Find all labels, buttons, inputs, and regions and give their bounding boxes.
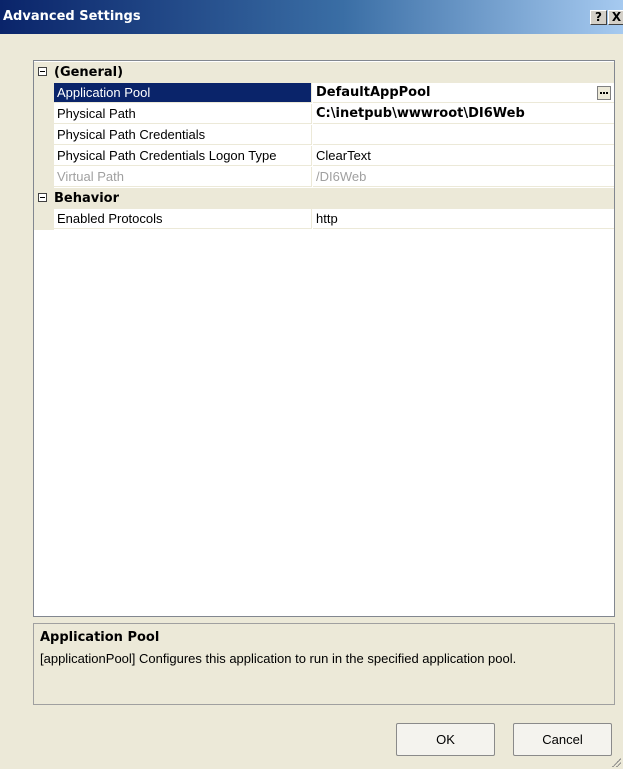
- category-label: Behavior: [54, 191, 120, 206]
- property-name[interactable]: Enabled Protocols: [54, 209, 312, 229]
- ok-button[interactable]: OK: [396, 723, 495, 756]
- property-name[interactable]: Physical Path: [54, 104, 312, 124]
- category-label: (General): [54, 65, 124, 80]
- property-row-enabled-protocols[interactable]: Enabled Protocols http: [34, 209, 614, 230]
- description-text: [applicationPool] Configures this applic…: [40, 651, 517, 666]
- property-value: DefaultAppPool: [316, 85, 431, 100]
- description-panel: Application Pool [applicationPool] Confi…: [33, 623, 615, 705]
- window-title: Advanced Settings: [3, 9, 141, 24]
- property-value[interactable]: http: [313, 209, 614, 229]
- property-row-physical-path[interactable]: Physical Path C:\inetpub\wwwroot\DI6Web: [34, 104, 614, 125]
- row-gutter: [34, 83, 54, 104]
- collapse-icon[interactable]: [38, 193, 47, 202]
- property-row-virtual-path[interactable]: Virtual Path /DI6Web: [34, 167, 614, 188]
- row-gutter: [34, 167, 54, 188]
- property-value[interactable]: [313, 125, 614, 145]
- property-name[interactable]: Application Pool: [54, 83, 312, 103]
- property-value-field[interactable]: DefaultAppPool: [313, 83, 614, 103]
- help-button[interactable]: ?: [590, 10, 607, 25]
- property-grid: (General) Application Pool DefaultAppPoo…: [33, 60, 615, 617]
- browse-ellipsis-button[interactable]: [597, 86, 611, 100]
- row-gutter: [34, 104, 54, 125]
- resize-grip-icon[interactable]: [611, 757, 621, 767]
- property-row-application-pool[interactable]: Application Pool DefaultAppPool: [34, 83, 614, 104]
- property-name[interactable]: Virtual Path: [54, 167, 312, 187]
- property-name[interactable]: Physical Path Credentials: [54, 125, 312, 145]
- property-row-physical-path-credentials[interactable]: Physical Path Credentials: [34, 125, 614, 146]
- close-button[interactable]: X: [608, 10, 623, 25]
- title-bar: Advanced Settings ? X: [0, 0, 623, 34]
- row-gutter: [34, 209, 54, 230]
- property-name[interactable]: Physical Path Credentials Logon Type: [54, 146, 312, 166]
- description-title: Application Pool: [40, 630, 160, 645]
- property-value[interactable]: ClearText: [313, 146, 614, 166]
- category-general[interactable]: (General): [34, 62, 614, 83]
- category-behavior[interactable]: Behavior: [34, 188, 614, 209]
- row-gutter: [34, 125, 54, 146]
- row-gutter: [34, 146, 54, 167]
- property-value[interactable]: C:\inetpub\wwwroot\DI6Web: [313, 104, 614, 124]
- cancel-button[interactable]: Cancel: [513, 723, 612, 756]
- property-value[interactable]: /DI6Web: [313, 167, 614, 187]
- property-row-logon-type[interactable]: Physical Path Credentials Logon Type Cle…: [34, 146, 614, 167]
- collapse-icon[interactable]: [38, 67, 47, 76]
